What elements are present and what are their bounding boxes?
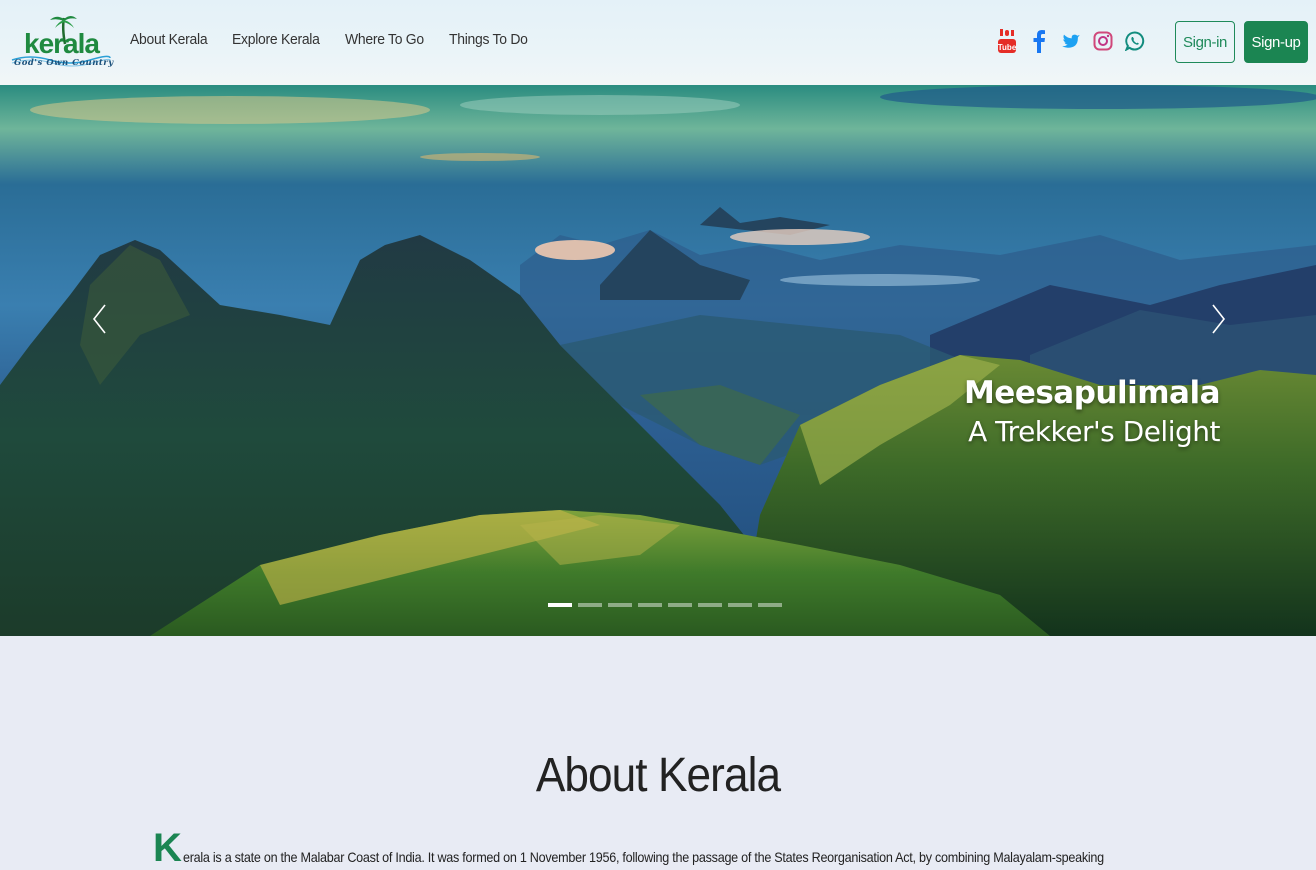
hero-carousel: Meesapulimala A Trekker's Delight xyxy=(0,85,1316,636)
carousel-indicators xyxy=(548,603,782,607)
chevron-left-icon xyxy=(92,304,106,334)
twitter-icon[interactable] xyxy=(1060,28,1082,54)
about-body-text: erala is a state on the Malabar Coast of… xyxy=(182,849,1104,865)
slide-title: Meesapulimala xyxy=(963,375,1221,411)
dropcap-letter: K xyxy=(153,826,182,870)
logo-tagline: God's Own Country xyxy=(14,58,114,68)
nav-link-where-to-go[interactable]: Where To Go xyxy=(345,31,424,48)
navbar: kerala God's Own Country About Kerala Ex… xyxy=(0,0,1316,85)
carousel-indicator[interactable] xyxy=(608,603,632,607)
signup-button[interactable]: Sign-up xyxy=(1244,21,1308,63)
carousel-indicator[interactable] xyxy=(758,603,782,607)
youtube-icon[interactable]: Tube xyxy=(996,28,1018,54)
about-section-title: About Kerala xyxy=(535,749,781,802)
nav-link-about-kerala[interactable]: About Kerala xyxy=(130,31,208,48)
carousel-prev-button[interactable] xyxy=(84,301,114,337)
signin-button[interactable]: Sign-in xyxy=(1175,21,1235,63)
carousel-indicator[interactable] xyxy=(728,603,752,607)
social-links: Tube xyxy=(996,28,1146,54)
svg-text:Tube: Tube xyxy=(998,43,1016,52)
slide-subtitle: A Trekker's Delight xyxy=(968,415,1220,448)
carousel-indicator[interactable] xyxy=(548,603,572,607)
mountain-landscape-image xyxy=(0,85,1316,636)
slide-caption: Meesapulimala A Trekker's Delight xyxy=(963,375,1221,448)
nav-link-things-to-do[interactable]: Things To Do xyxy=(449,31,528,48)
main-nav: About Kerala Explore Kerala Where To Go … xyxy=(130,31,534,48)
facebook-icon[interactable] xyxy=(1028,28,1050,54)
whatsapp-icon[interactable] xyxy=(1124,28,1146,54)
about-paragraph: K erala is a state on the Malabar Coast … xyxy=(153,826,1163,870)
logo-wordmark: kerala xyxy=(24,28,100,59)
carousel-indicator[interactable] xyxy=(638,603,662,607)
chevron-right-icon xyxy=(1212,304,1226,334)
carousel-indicator[interactable] xyxy=(698,603,722,607)
site-logo[interactable]: kerala God's Own Country xyxy=(10,14,114,72)
instagram-icon[interactable] xyxy=(1092,28,1114,54)
carousel-indicator[interactable] xyxy=(668,603,692,607)
carousel-next-button[interactable] xyxy=(1204,301,1234,337)
nav-link-explore-kerala[interactable]: Explore Kerala xyxy=(232,31,320,48)
carousel-indicator[interactable] xyxy=(578,603,602,607)
